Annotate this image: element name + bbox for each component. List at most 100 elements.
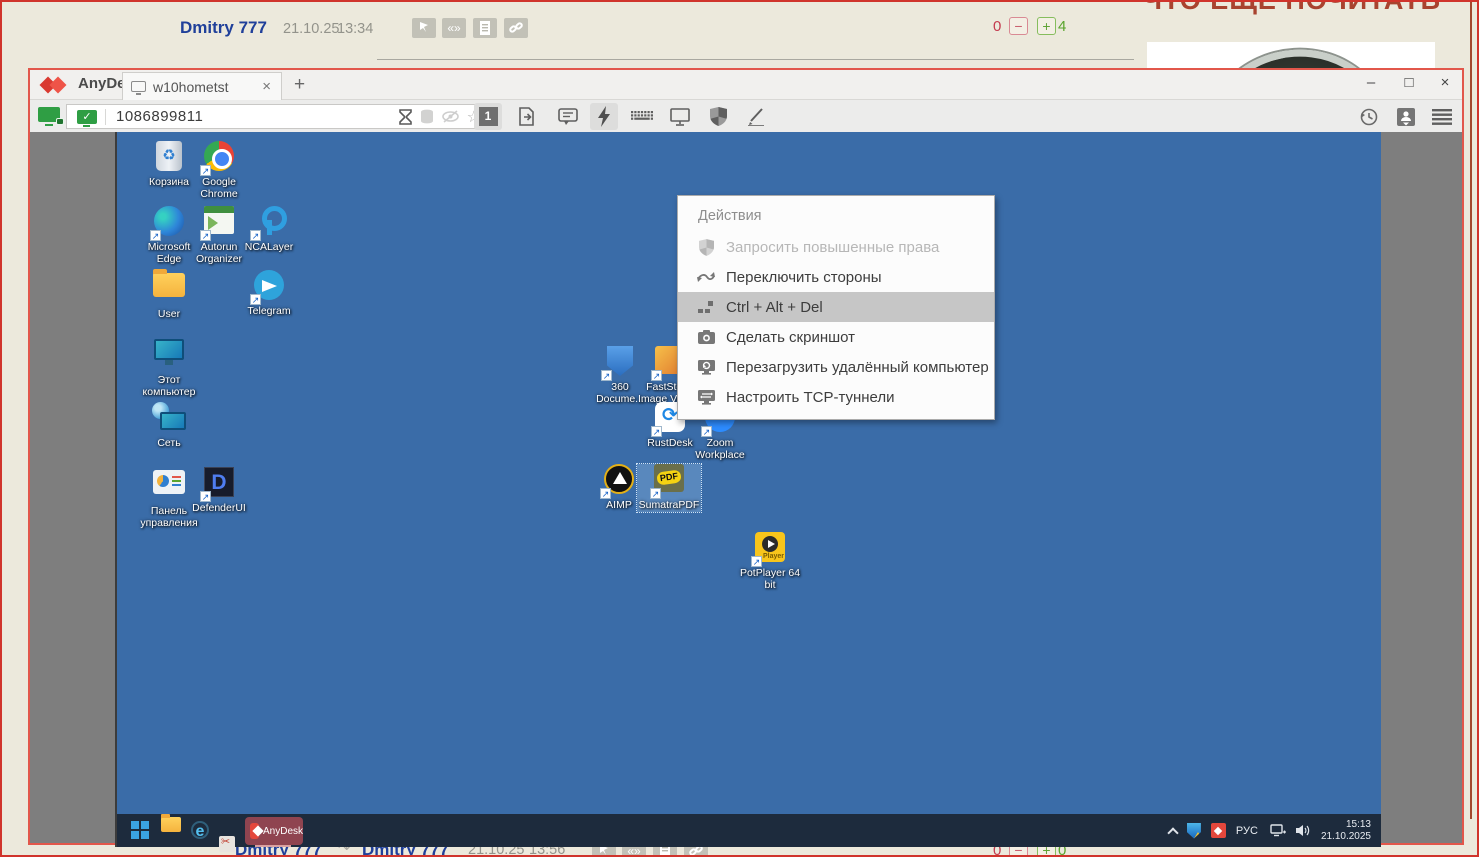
icon-label: DefenderUI [187, 503, 251, 515]
monitor-number: 1 [479, 107, 498, 126]
icon-label: SumatraPDF [637, 500, 701, 512]
whiteboard-pen-icon[interactable] [742, 103, 770, 130]
volume-tray-icon[interactable] [1296, 824, 1311, 837]
file-explorer-icon[interactable] [161, 817, 181, 832]
pdf-text: PDF [656, 469, 682, 485]
menu-item-take-screenshot[interactable]: Сделать скриншот [678, 322, 994, 352]
network-icon [152, 402, 186, 432]
anydesk-logo-icon [40, 77, 70, 93]
active-app-underline [255, 845, 291, 847]
shortcut-arrow-badge: ↗ [200, 230, 211, 241]
menu-item-tcp-tunnels[interactable]: Настроить TCP-туннели [678, 382, 994, 412]
anydesk-tray-icon[interactable] [1211, 823, 1226, 838]
titlebar[interactable]: AnyDesk w10hometst × + – □ × [30, 70, 1462, 100]
document-icon[interactable] [473, 18, 497, 38]
desktop-icon-ncalayer[interactable]: ↗ NCALayer [237, 206, 301, 254]
main-menu-icon[interactable] [1428, 103, 1456, 130]
rate-plus-button-top[interactable]: + [1037, 17, 1056, 35]
icon-label: User [137, 309, 201, 321]
snipping-tool-icon[interactable] [219, 836, 235, 852]
desktop-icon-google-chrome[interactable]: ↗ Google Chrome [187, 141, 251, 200]
desktop-icon-defenderui[interactable]: D↗ DefenderUI [187, 467, 251, 515]
session-tab[interactable]: w10hometst × [122, 72, 282, 100]
folder-icon [153, 273, 185, 297]
icon-label: Zoom Workplace [688, 438, 752, 461]
chat-icon[interactable] [554, 103, 582, 130]
post-author-top[interactable]: Dmitry 777 [180, 18, 267, 38]
desktop-icon-sumatrapdf[interactable]: PDF ↗ SumatraPDF [637, 464, 701, 512]
reply-quote-icon[interactable] [412, 18, 436, 38]
menu-header: Действия [678, 196, 994, 232]
internet-explorer-icon[interactable]: e [191, 821, 209, 839]
rating-negative-count-top: 0 [993, 18, 1001, 35]
shortcut-arrow-badge: ↗ [601, 370, 612, 381]
tab-title: w10hometst [153, 79, 260, 95]
desktop-icon-user-folder[interactable]: User [137, 270, 201, 321]
menu-item-restart-remote[interactable]: Перезагрузить удалённый компьютер [678, 352, 994, 382]
maximize-button[interactable]: □ [1394, 74, 1424, 91]
history-icon[interactable] [1354, 103, 1382, 130]
desktop-icon-this-pc[interactable]: Этот компьютер [137, 337, 201, 398]
menu-item-label: Сделать скриншот [726, 329, 855, 346]
remote-desktop[interactable]: ♻ Корзина ↗ Google Chrome ↗ Microsoft Ed… [115, 132, 1381, 847]
close-button[interactable]: × [1430, 74, 1460, 91]
player-text: Player [763, 553, 784, 560]
icon-label: Этот компьютер [137, 375, 201, 398]
hourglass-icon [399, 109, 412, 125]
privacy-eye-icon [442, 110, 459, 123]
icon-label: Google Chrome [187, 177, 251, 200]
desktop-icon-telegram[interactable]: ↗ Telegram [237, 270, 301, 318]
menu-item-label: Ctrl + Alt + Del [726, 299, 823, 316]
tray-time: 15:13 [1346, 819, 1371, 830]
tcp-tunnel-icon [696, 388, 716, 406]
permissions-shield-icon[interactable] [704, 103, 732, 130]
desktop-icon-potplayer[interactable]: Player↗ PotPlayer 64 bit [738, 532, 802, 591]
shortcut-arrow-badge: ↗ [250, 294, 261, 305]
this-pc-icon [154, 339, 184, 360]
address-bar[interactable]: ✓ 1086899811 ☆ [66, 104, 490, 129]
tray-date: 21.10.2025 [1321, 831, 1371, 842]
anydesk-window: AnyDesk w10hometst × + – □ × ✓ 108689981… [28, 68, 1464, 845]
actions-lightning-icon[interactable] [590, 103, 618, 130]
icon-label: NCALayer [237, 242, 301, 254]
icon-label: PotPlayer 64 bit [738, 568, 802, 591]
shortcut-arrow-badge: ↗ [650, 488, 661, 499]
start-button[interactable] [131, 821, 149, 839]
menu-item-ctrl-alt-del[interactable]: Ctrl + Alt + Del [678, 292, 994, 322]
anydesk-taskbar-button[interactable]: AnyDesk [245, 817, 303, 845]
tray-expand-chevron[interactable] [1167, 827, 1178, 838]
shortcut-arrow-badge: ↗ [150, 230, 161, 241]
actions-menu: Действия Запросить повышенные права Пере… [677, 195, 995, 420]
remote-taskbar: e AnyDesk РУС [117, 814, 1381, 847]
desktop-icon-network[interactable]: Сеть [137, 402, 201, 450]
defender-shield-tray-icon[interactable] [1187, 823, 1201, 839]
address-book-icon[interactable] [1392, 103, 1420, 130]
menu-item-switch-sides[interactable]: Переключить стороны [678, 262, 994, 292]
restart-remote-icon [696, 358, 716, 376]
monitor-select-button[interactable]: 1 [474, 103, 502, 130]
menu-item-label: Настроить TCP-туннели [726, 389, 895, 406]
anydesk-logo-icon [250, 823, 259, 839]
shortcut-arrow-badge: ↗ [751, 556, 762, 567]
shortcut-arrow-badge: ↗ [651, 426, 662, 437]
remote-id[interactable]: 1086899811 [116, 108, 399, 125]
display-settings-icon[interactable] [666, 103, 694, 130]
shortcut-arrow-badge: ↗ [600, 488, 611, 499]
guillemet-quote-icon[interactable]: «» [442, 18, 466, 38]
network-tray-icon[interactable] [1270, 824, 1286, 837]
screenshot-camera-icon [696, 328, 716, 346]
tray-clock[interactable]: 15:13 21.10.2025 [1321, 819, 1371, 843]
remote-monitor-check-icon: ✓ [77, 110, 97, 124]
file-transfer-icon[interactable] [512, 103, 540, 130]
minimize-button[interactable]: – [1356, 74, 1386, 91]
permalink-icon[interactable] [504, 18, 528, 38]
new-tab-button[interactable]: + [294, 74, 305, 96]
toolbar: ✓ 1086899811 ☆ 1 [30, 101, 1462, 132]
shortcut-arrow-badge: ↗ [651, 370, 662, 381]
keyboard-icon[interactable] [628, 103, 656, 130]
system-tray: РУС 15:13 21.10.2025 [1169, 814, 1381, 847]
icon-label: Сеть [137, 438, 201, 450]
rate-minus-button-top[interactable]: − [1009, 17, 1028, 35]
language-indicator[interactable]: РУС [1236, 825, 1258, 837]
tab-close-icon[interactable]: × [260, 78, 273, 95]
